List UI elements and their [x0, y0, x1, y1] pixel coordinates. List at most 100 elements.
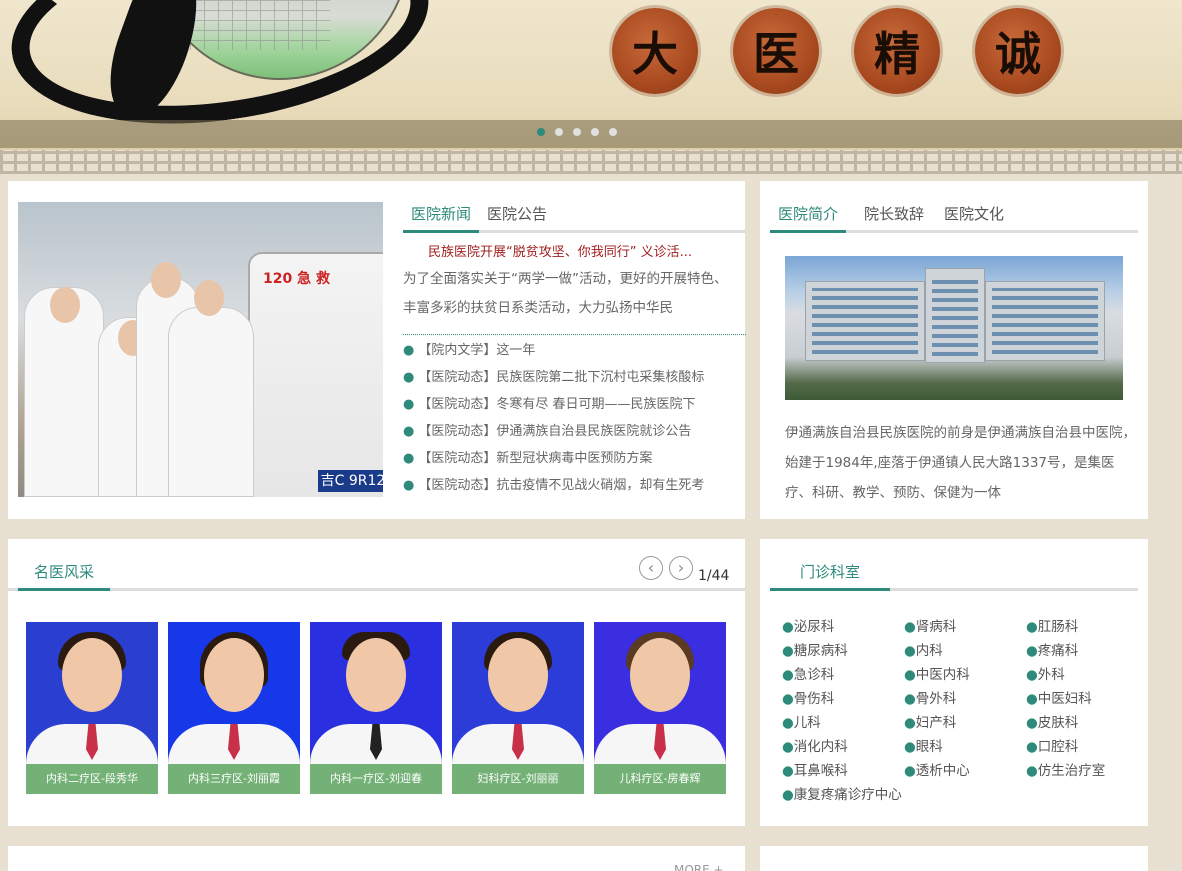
doctor-label: 内科一疗区-刘迎春: [310, 764, 442, 794]
department-label: 仿生治疗室: [1037, 763, 1106, 779]
slider-dot-5[interactable]: [609, 128, 617, 136]
doctors-panel: 名医风采 ‹ › 1/44 内科二疗区-段秀华 内科三疗区-刘丽霞 内科一疗区-…: [8, 539, 745, 826]
fret-border-decoration: [0, 150, 1182, 174]
department-item[interactable]: ●口腔科: [1026, 736, 1142, 758]
news-item-label: 【医院动态】抗击疫情不见战火硝烟，却有生死考: [418, 478, 705, 493]
department-label: 妇产科: [915, 715, 957, 731]
department-grid: ●泌尿科 ●肾病科 ●肛肠科 ●糖尿病科 ●内科 ●疼痛科 ●急诊科 ●中医内科 ●外科 ●骨伤科…: [782, 616, 1142, 806]
divider: [403, 334, 746, 335]
seal-character-4: 诚: [975, 8, 1061, 94]
bullet-icon: ●: [1026, 763, 1038, 779]
seal-character-1: 大: [612, 8, 698, 94]
doctor-card[interactable]: 内科三疗区-刘丽霞: [168, 622, 300, 794]
news-item-label: 【医院动态】民族医院第二批下沉村屯采集核酸标: [418, 370, 705, 385]
news-item[interactable]: ● 【医院动态】冬寒有尽 春日可期——民族医院下: [403, 391, 746, 418]
doctor-card[interactable]: 内科二疗区-段秀华: [26, 622, 158, 794]
prev-arrow-icon[interactable]: ‹: [639, 556, 663, 580]
department-item[interactable]: ●儿科: [782, 712, 904, 734]
tab-hospital-notices[interactable]: 医院公告: [479, 203, 555, 230]
slider-dot-4[interactable]: [591, 128, 599, 136]
doctor-face: [488, 638, 548, 712]
bullet-icon: ●: [782, 715, 794, 731]
bullet-icon: ●: [1026, 667, 1038, 683]
department-item[interactable]: ●内科: [904, 640, 1026, 662]
doctor-face: [204, 638, 264, 712]
bullet-icon: ●: [904, 763, 916, 779]
department-item[interactable]: ●仿生治疗室: [1026, 760, 1142, 782]
doctor-face: [62, 638, 122, 712]
staff-head: [194, 280, 224, 316]
doctor-card[interactable]: 妇科疗区-刘丽丽: [452, 622, 584, 794]
news-headline[interactable]: 民族医院开展“脱贫攻坚、你我同行” 义诊活...: [428, 241, 692, 260]
doctors-title: 名医风采: [18, 561, 111, 591]
news-item[interactable]: ● 【医院动态】新型冠状病毒中医预防方案: [403, 445, 746, 472]
department-item[interactable]: ●急诊科: [782, 664, 904, 686]
department-label: 口腔科: [1037, 739, 1079, 755]
department-item[interactable]: ●透析中心: [904, 760, 1026, 782]
news-item-label: 【医院动态】伊通满族自治县民族医院就诊公告: [418, 424, 692, 439]
news-item[interactable]: ● 【院内文学】这一年: [403, 337, 746, 364]
department-item[interactable]: ●疼痛科: [1026, 640, 1142, 662]
slider-dots: [537, 128, 617, 136]
page-counter: 1/44: [698, 568, 730, 584]
news-item[interactable]: ● 【医院动态】抗击疫情不见战火硝烟，却有生死考: [403, 472, 746, 499]
department-label: 疼痛科: [1037, 643, 1079, 659]
bottom-right-panel: [760, 846, 1148, 871]
department-item[interactable]: ●中医内科: [904, 664, 1026, 686]
department-label: 中医妇科: [1037, 691, 1092, 707]
bullet-icon: ●: [403, 397, 415, 412]
windows: [812, 288, 918, 354]
seal-character-3: 精: [854, 8, 940, 94]
department-item[interactable]: ●糖尿病科: [782, 640, 904, 662]
building-center: [925, 268, 985, 363]
department-item[interactable]: ●皮肤科: [1026, 712, 1142, 734]
department-label: 透析中心: [915, 763, 970, 779]
departments-title: 门诊科室: [770, 561, 891, 591]
doctor-face: [630, 638, 690, 712]
department-item[interactable]: ●骨伤科: [782, 688, 904, 710]
slider-dot-2[interactable]: [555, 128, 563, 136]
department-label: 眼科: [915, 739, 943, 755]
bullet-icon: ●: [1026, 691, 1038, 707]
news-list: ● 【院内文学】这一年 ● 【医院动态】民族医院第二批下沉村屯采集核酸标 ● 【医院动…: [403, 337, 746, 499]
department-item[interactable]: ●眼科: [904, 736, 1026, 758]
doctor-card[interactable]: 内科一疗区-刘迎春: [310, 622, 442, 794]
department-item[interactable]: ●妇产科: [904, 712, 1026, 734]
next-arrow-icon[interactable]: ›: [669, 556, 693, 580]
news-item[interactable]: ● 【医院动态】伊通满族自治县民族医院就诊公告: [403, 418, 746, 445]
hospital-building-photo[interactable]: [785, 256, 1123, 400]
department-item[interactable]: ●外科: [1026, 664, 1142, 686]
tab-hospital-intro[interactable]: 医院简介: [770, 203, 847, 233]
doctor-card[interactable]: 儿科疗区-房春辉: [594, 622, 726, 794]
bullet-icon: ●: [782, 643, 794, 659]
building-wing: [805, 281, 925, 361]
department-item[interactable]: ●泌尿科: [782, 616, 904, 638]
tab-director-speech[interactable]: 院长致辞: [856, 203, 932, 230]
department-item[interactable]: ●骨外科: [904, 688, 1026, 710]
doctor-face: [346, 638, 406, 712]
slider-dot-3[interactable]: [573, 128, 581, 136]
department-item[interactable]: ●消化内科: [782, 736, 904, 758]
bullet-icon: ●: [403, 424, 415, 439]
more-link[interactable]: MORE +: [674, 863, 724, 871]
department-item[interactable]: ●肾病科: [904, 616, 1026, 638]
department-item[interactable]: ●肛肠科: [1026, 616, 1142, 638]
department-label: 骨外科: [915, 691, 957, 707]
tab-hospital-news[interactable]: 医院新闻: [403, 203, 480, 233]
news-photo[interactable]: 120 急 救 吉C 9R12: [18, 202, 383, 497]
department-item[interactable]: ●中医妇科: [1026, 688, 1142, 710]
department-label: 康复疼痛诊疗中心: [793, 787, 902, 803]
bullet-icon: ●: [403, 478, 415, 493]
staff-head: [50, 287, 80, 323]
tab-hospital-culture[interactable]: 医院文化: [936, 203, 1012, 230]
department-item[interactable]: ●康复疼痛诊疗中心: [782, 784, 904, 806]
ambulance-illustration: [248, 252, 383, 497]
slider-dot-1[interactable]: [537, 128, 545, 136]
top-banner: 大 医 精 诚: [0, 0, 1182, 150]
department-item[interactable]: ●耳鼻喉科: [782, 760, 904, 782]
news-item[interactable]: ● 【医院动态】民族医院第二批下沉村屯采集核酸标: [403, 364, 746, 391]
license-plate: 吉C 9R12: [318, 470, 383, 492]
doctor-label: 妇科疗区-刘丽丽: [452, 764, 584, 794]
department-label: 骨伤科: [793, 691, 835, 707]
intro-panel: 医院简介 院长致辞 医院文化 伊通满族自治县民族医院的前身是伊通满族自治县中医院…: [760, 181, 1148, 519]
